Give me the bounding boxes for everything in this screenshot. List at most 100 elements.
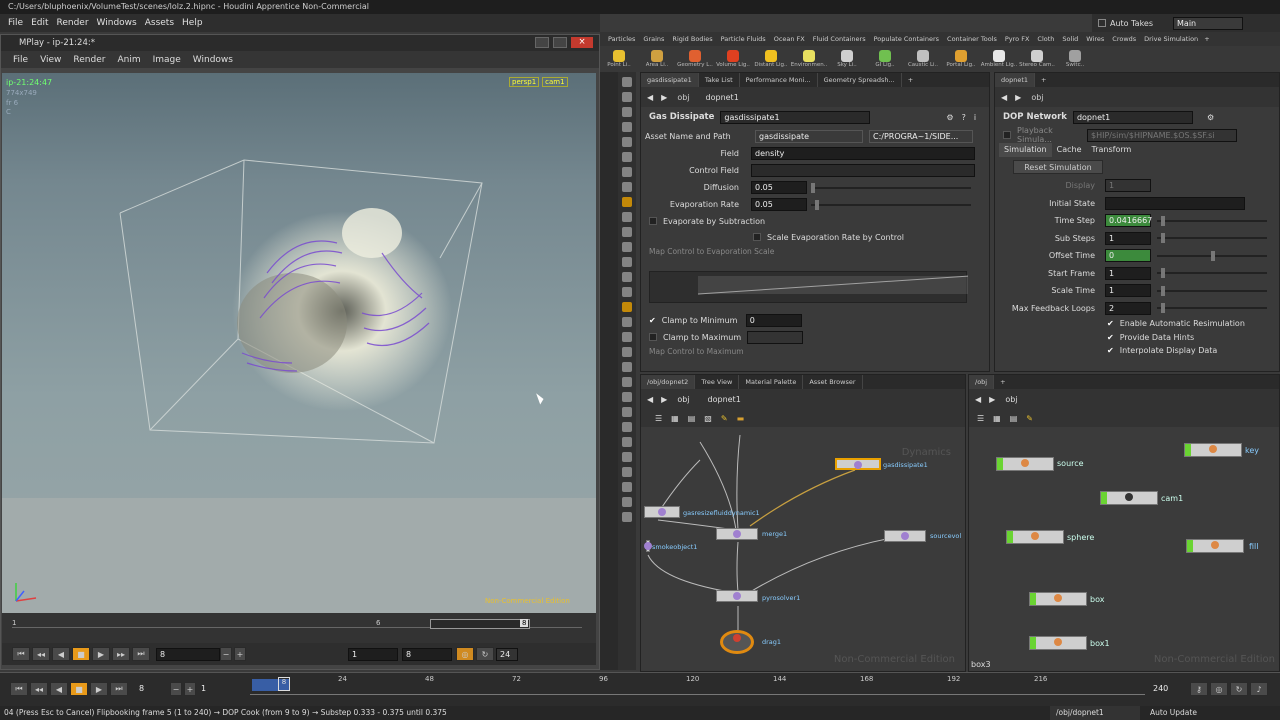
clamp-min-field[interactable]: 0 <box>745 313 802 327</box>
scene-tool-icon[interactable] <box>622 497 632 507</box>
scene-tool-icon[interactable] <box>622 392 632 402</box>
menu-windows[interactable]: Windows <box>97 18 137 28</box>
obj-node[interactable] <box>1100 491 1158 505</box>
asset-name-menu[interactable]: gasdissipate <box>755 129 863 143</box>
tab-gasdissipate1[interactable]: gasdissipate1 <box>641 73 699 87</box>
prev-key-icon[interactable]: ◂◂ <box>30 682 48 696</box>
shelf-tab-cloth[interactable]: Cloth <box>1037 35 1054 43</box>
desktop-select[interactable]: Main <box>1173 16 1244 30</box>
scale-evap-checkbox[interactable] <box>753 233 761 241</box>
tab-take-list[interactable]: Take List <box>699 73 740 87</box>
scene-tool-icon[interactable] <box>622 122 632 132</box>
menu-edit[interactable]: Edit <box>31 18 48 28</box>
timeline-track[interactable] <box>250 683 1145 695</box>
audio-icon[interactable]: ♪ <box>1250 682 1268 696</box>
dop-node[interactable] <box>716 590 758 602</box>
timeline-current-frame[interactable]: 8 <box>278 677 290 691</box>
net-left-root[interactable]: obj <box>677 395 689 404</box>
play-icon[interactable]: ▶ <box>90 682 108 696</box>
shelf-tab-rigid-bodies[interactable]: Rigid Bodies <box>672 35 712 43</box>
tab-performance-monitor[interactable]: Performance Moni... <box>740 73 818 87</box>
obj-node[interactable] <box>1029 592 1087 606</box>
dop-parm-field[interactable]: 1 <box>1105 266 1151 280</box>
shelf-tool[interactable]: Distant Lig.. <box>752 46 790 72</box>
parm-field[interactable]: 0.05 <box>751 198 807 211</box>
mplay-range-bar[interactable] <box>430 619 530 629</box>
network-box-icon[interactable]: ▬ <box>737 414 745 423</box>
back-icon[interactable]: ◀ <box>975 395 981 404</box>
dop-parm-field[interactable]: 0 <box>1105 249 1151 263</box>
dop-parm-field[interactable]: 1 <box>1105 231 1151 245</box>
path-root[interactable]: obj <box>677 93 689 102</box>
scene-tool-icon[interactable] <box>622 467 632 477</box>
info-icon[interactable]: i <box>974 113 976 122</box>
dop-node[interactable] <box>884 530 926 542</box>
obj-node[interactable] <box>1029 636 1087 650</box>
tab-obj-dopnet2[interactable]: /obj/dopnet2 <box>641 375 696 389</box>
dop-slider[interactable] <box>1157 303 1267 314</box>
dop-parm-field[interactable]: 1 <box>1105 179 1151 193</box>
obj-node[interactable] <box>1184 443 1242 457</box>
shelf-tab-solid[interactable]: Solid <box>1062 35 1078 43</box>
scene-tool-icon[interactable] <box>622 452 632 462</box>
menu-file[interactable]: File <box>8 18 23 28</box>
back-icon[interactable]: ◀ <box>1001 93 1007 102</box>
tab-dopnet1[interactable]: dopnet1 <box>995 73 1036 87</box>
scene-tool-icon[interactable] <box>622 347 632 357</box>
dop-slider[interactable] <box>1157 250 1267 261</box>
scene-tool-icon[interactable] <box>622 272 632 282</box>
cam-menu[interactable]: cam1 <box>542 77 568 87</box>
clamp-max-field[interactable] <box>747 330 803 344</box>
shelf-tool[interactable]: Caustic Li.. <box>904 46 942 72</box>
scene-tool-icon[interactable] <box>622 257 632 267</box>
frame-plus-icon[interactable]: + <box>234 647 246 661</box>
mplay-menu-file[interactable]: File <box>13 55 28 65</box>
back-icon[interactable]: ◀ <box>647 93 653 102</box>
net-right-root[interactable]: obj <box>1005 395 1017 404</box>
shelf-tab-grains[interactable]: Grains <box>643 35 664 43</box>
mplay-menu-anim[interactable]: Anim <box>117 55 140 65</box>
scene-tool-icon[interactable] <box>622 212 632 222</box>
realtime-icon[interactable]: ◎ <box>1210 682 1228 696</box>
prev-key-icon[interactable]: ◂◂ <box>32 647 50 661</box>
tab-simulation[interactable]: Simulation <box>999 143 1052 157</box>
persp-menu[interactable]: persp1 <box>509 77 540 87</box>
display-flag-icon[interactable] <box>1030 593 1036 605</box>
display-flag-icon[interactable] <box>997 458 1003 470</box>
loop-icon[interactable]: ↻ <box>1230 682 1248 696</box>
mplay-menu-image[interactable]: Image <box>153 55 181 65</box>
back-icon[interactable]: ◀ <box>647 395 653 404</box>
evap-subtraction-checkbox[interactable] <box>649 217 657 225</box>
tab-transform[interactable]: Transform <box>1087 143 1137 157</box>
scene-tool-icon[interactable] <box>622 107 632 117</box>
shelf-tab-drive-simulation[interactable]: Drive Simulation <box>1144 35 1198 43</box>
realtime-icon[interactable]: ◎ <box>456 647 474 661</box>
mplay-frame-field[interactable]: 8 <box>156 647 220 661</box>
play-back-icon[interactable]: ◀ <box>50 682 68 696</box>
dop-node[interactable] <box>720 630 754 654</box>
dop-slider[interactable] <box>1157 233 1267 244</box>
layout-icon[interactable]: ☰ <box>977 414 984 423</box>
tab-geometry-spreadsheet[interactable]: Geometry Spreadsh... <box>818 73 902 87</box>
layout-icon[interactable]: ☰ <box>655 414 662 423</box>
shelf-tool[interactable]: GI Lig.. <box>866 46 904 72</box>
playback-checkbox[interactable] <box>1003 131 1011 139</box>
end-frame-field[interactable]: 240 <box>1150 683 1180 696</box>
network-editor-right[interactable]: /obj + ◀ ▶ obj ☰ ▦ ▤ ✎ box3 Non-Commerci… <box>968 374 1280 672</box>
add-tab-icon[interactable]: + <box>902 73 919 87</box>
scene-tool-icon[interactable] <box>622 437 632 447</box>
dop-parm-field[interactable] <box>1105 196 1245 210</box>
maximize-icon[interactable] <box>553 37 567 48</box>
scene-tool-icon[interactable] <box>622 137 632 147</box>
scene-tool-icon[interactable] <box>622 227 632 237</box>
display-flag-icon[interactable] <box>1185 444 1191 456</box>
play-back-icon[interactable]: ◀ <box>52 647 70 661</box>
check-icon[interactable]: ✔ <box>1107 319 1114 328</box>
dop-parm-field[interactable]: 2 <box>1105 301 1151 315</box>
forward-icon[interactable]: ▶ <box>1015 93 1021 102</box>
mplay-range-end[interactable]: 8 <box>402 647 452 661</box>
dop-node[interactable] <box>716 528 758 540</box>
play-icon[interactable]: ▶ <box>92 647 110 661</box>
obj-node[interactable] <box>1186 539 1244 553</box>
display-flag-icon[interactable] <box>1030 637 1036 649</box>
